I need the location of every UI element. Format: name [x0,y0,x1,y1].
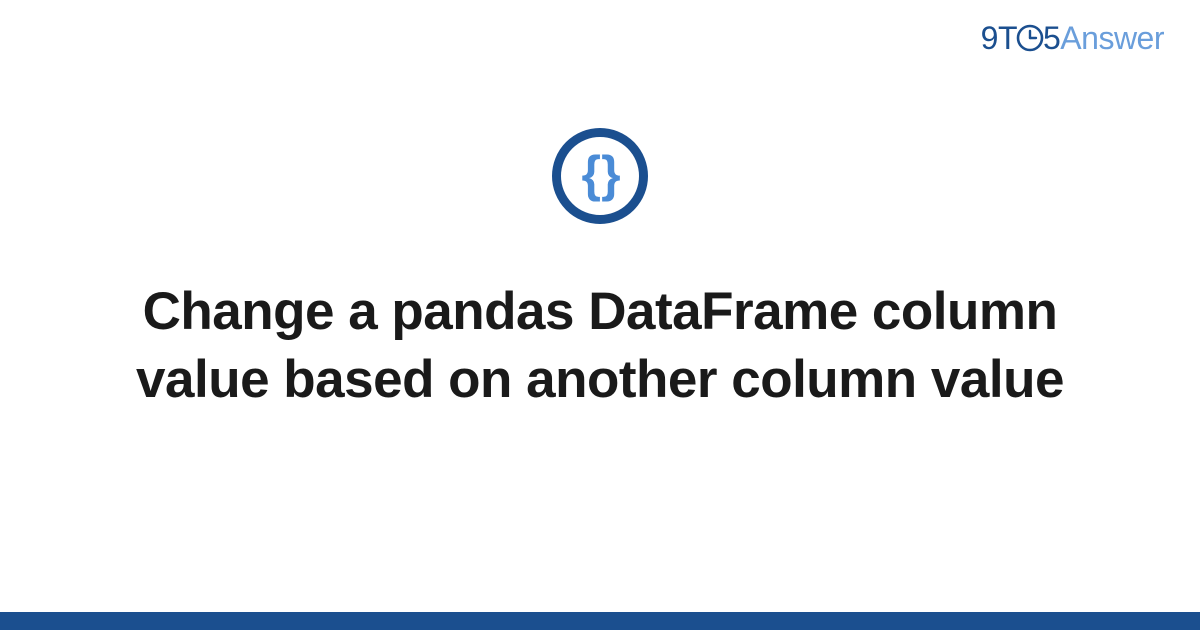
clock-icon [1016,24,1044,52]
braces-icon: { } [552,128,648,224]
logo-t: T [998,20,1017,56]
site-logo: 9T5Answer [981,20,1164,57]
page-title: Change a pandas DataFrame column value b… [120,278,1080,414]
braces-glyph: { } [581,149,618,199]
logo-nine: 9 [981,20,998,56]
logo-answer: Answer [1060,20,1164,56]
logo-five: 5 [1043,20,1060,56]
bottom-bar [0,612,1200,630]
